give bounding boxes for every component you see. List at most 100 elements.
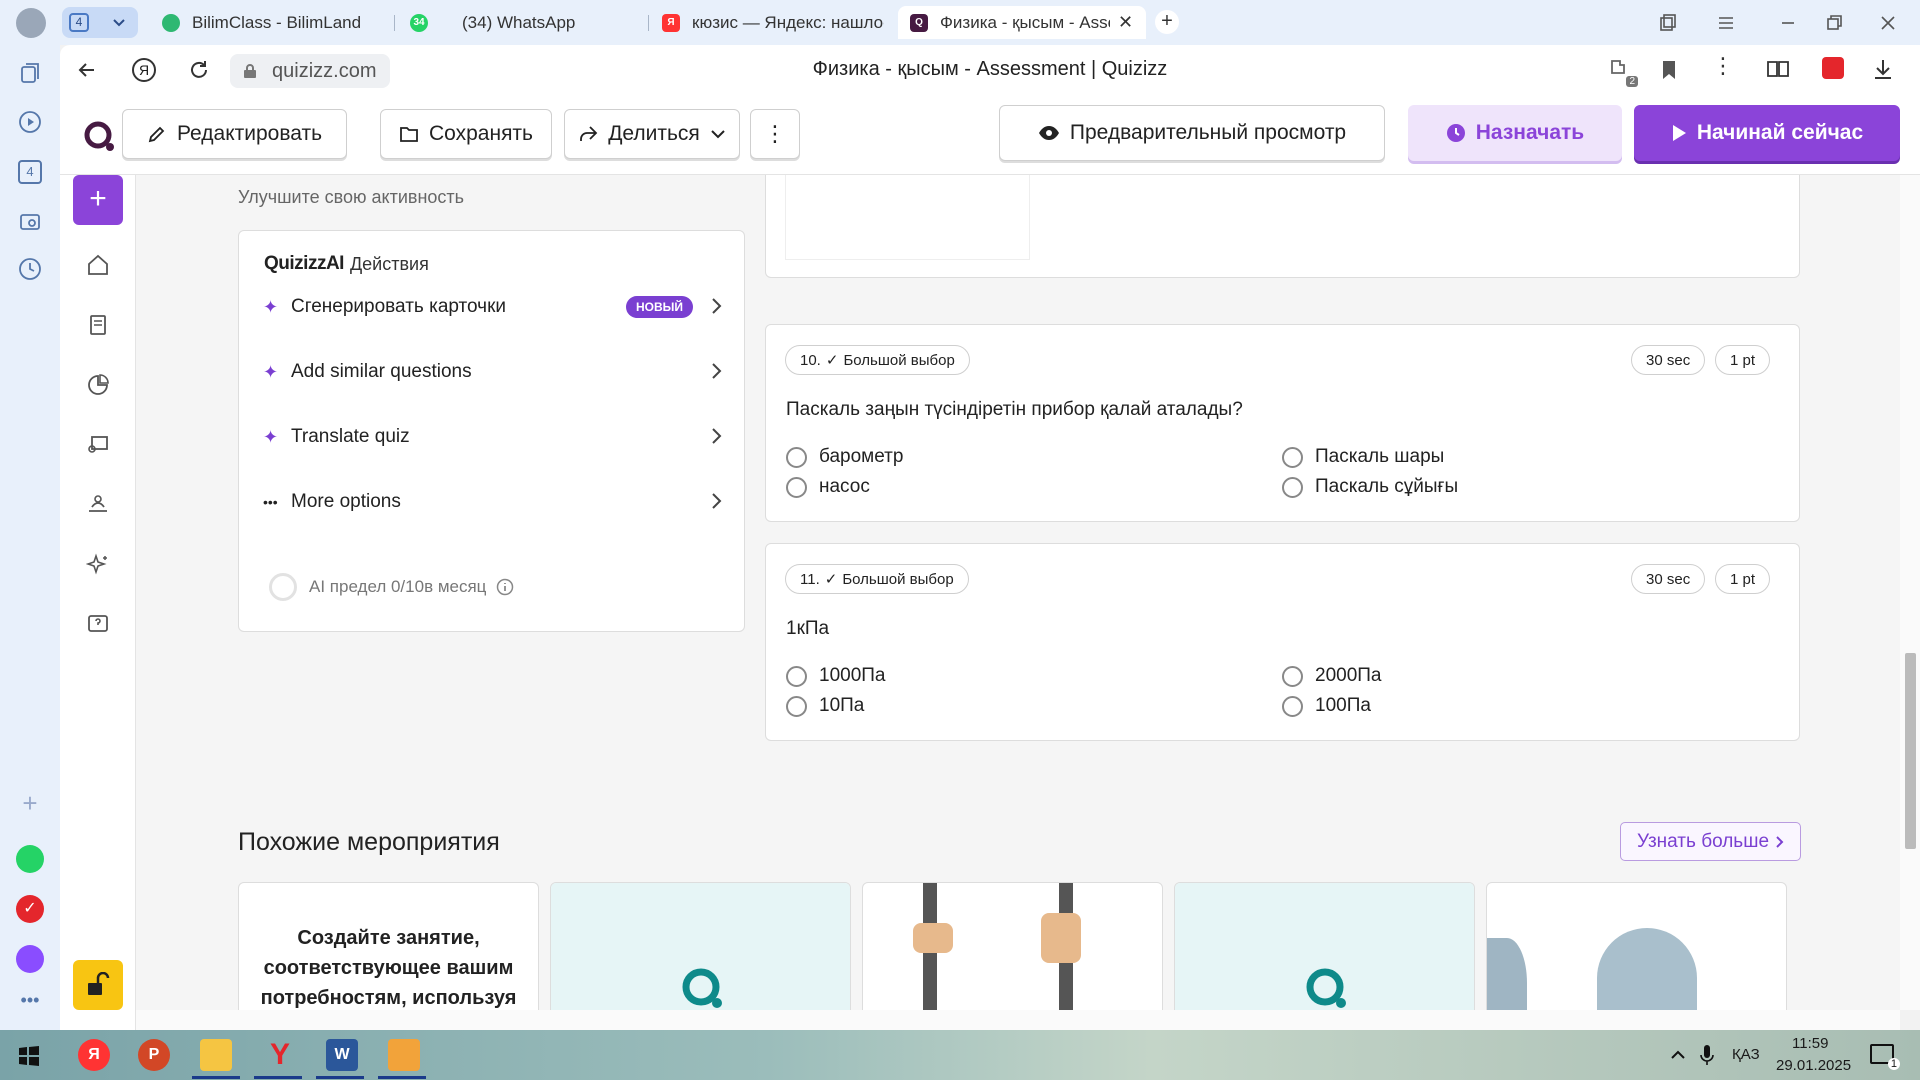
assign-label: Назначать bbox=[1475, 121, 1585, 144]
history-icon[interactable] bbox=[18, 257, 42, 281]
preview-label: Предварительный просмотр bbox=[1069, 121, 1347, 144]
library-icon[interactable] bbox=[86, 313, 110, 337]
tab-yandex[interactable]: Я кюзис — Яндекс: нашлось bbox=[662, 6, 884, 39]
edit-button[interactable]: Редактировать bbox=[122, 109, 347, 159]
help-icon[interactable] bbox=[86, 613, 110, 637]
activity-tile[interactable] bbox=[862, 882, 1163, 1010]
yandex-browser-icon[interactable]: Y bbox=[264, 1039, 296, 1071]
info-icon[interactable] bbox=[496, 578, 514, 596]
time-pill[interactable]: 30 sec bbox=[1631, 345, 1706, 375]
learn-more-button[interactable]: Узнать больше bbox=[1620, 822, 1801, 861]
points-pill[interactable]: 1 pt bbox=[1715, 564, 1771, 594]
clock-date[interactable]: 29.01.2025 bbox=[1776, 1057, 1851, 1074]
activity-tile[interactable] bbox=[1174, 882, 1475, 1010]
tab-title: кюзис — Яндекс: нашлось bbox=[692, 12, 884, 32]
sparkle-icon: ✦ bbox=[263, 426, 279, 447]
translate-quiz-item[interactable]: ✦ Translate quiz bbox=[263, 422, 723, 452]
alice-icon[interactable] bbox=[16, 945, 44, 973]
yandex-app-icon[interactable]: Я bbox=[78, 1039, 110, 1071]
active-app-underline bbox=[254, 1076, 302, 1079]
points-pill[interactable]: 1 pt bbox=[1715, 345, 1771, 375]
shield-extension-icon[interactable] bbox=[1822, 57, 1844, 79]
media-player-icon[interactable] bbox=[388, 1039, 420, 1071]
collections-icon[interactable] bbox=[1658, 13, 1678, 33]
unlock-button[interactable] bbox=[73, 960, 123, 1010]
preview-button[interactable]: Предварительный просмотр bbox=[999, 105, 1385, 161]
address-bar: Я quizizz.com Физика - қысым - Assessmen… bbox=[60, 45, 1920, 95]
home-icon[interactable] bbox=[86, 253, 110, 277]
close-window-icon[interactable] bbox=[1878, 13, 1898, 33]
whatsapp-icon[interactable] bbox=[16, 845, 44, 873]
chevron-up-icon[interactable] bbox=[1670, 1048, 1686, 1060]
close-icon[interactable]: ✕ bbox=[1118, 12, 1133, 33]
start-now-button[interactable]: Начинай сейчас bbox=[1634, 105, 1900, 161]
minimize-icon[interactable] bbox=[1778, 13, 1798, 33]
word-icon[interactable]: W bbox=[326, 1039, 358, 1071]
unlock-icon bbox=[88, 972, 110, 995]
activity-tile[interactable] bbox=[1486, 882, 1787, 1010]
ai-item-label: Translate quiz bbox=[291, 426, 410, 447]
restore-icon[interactable] bbox=[1824, 13, 1844, 33]
answer-option: барометр bbox=[786, 446, 903, 468]
language-indicator[interactable]: ҚАЗ bbox=[1732, 1046, 1760, 1063]
create-button[interactable]: + bbox=[73, 175, 123, 225]
file-explorer-icon[interactable] bbox=[200, 1039, 232, 1071]
start-label: Начинай сейчас bbox=[1696, 121, 1864, 144]
create-activity-tile[interactable]: Создайте занятие, соответствующее вашим … bbox=[238, 882, 539, 1010]
save-button[interactable]: Сохранять bbox=[380, 109, 552, 159]
vertical-scrollbar[interactable] bbox=[1900, 175, 1920, 1010]
activity-tile[interactable] bbox=[550, 882, 851, 1010]
collections-icon[interactable] bbox=[18, 62, 42, 86]
tab-group[interactable]: 4 bbox=[62, 7, 138, 38]
generate-flashcards-item[interactable]: ✦ Сгенерировать карточки НОВЫЙ bbox=[263, 292, 723, 322]
bookmark-icon[interactable] bbox=[1660, 59, 1678, 81]
share-label: Делиться bbox=[608, 122, 700, 145]
share-button[interactable]: Делиться bbox=[564, 109, 740, 159]
more-options-item[interactable]: ••• More options bbox=[263, 487, 723, 517]
option-label: 1000Па bbox=[819, 665, 886, 686]
clock-time[interactable]: 11:59 bbox=[1792, 1035, 1828, 1052]
question-text: 1кПа bbox=[786, 618, 830, 639]
powerpoint-icon[interactable]: P bbox=[138, 1039, 170, 1071]
assign-button[interactable]: Назначать bbox=[1408, 105, 1622, 161]
horizontal-scrollbar[interactable] bbox=[136, 1010, 1900, 1030]
quizizz-logo-icon[interactable] bbox=[82, 119, 116, 153]
screenshot-icon[interactable] bbox=[18, 210, 42, 234]
tab-whatsapp[interactable]: 34 (34) WhatsApp bbox=[410, 6, 640, 39]
reports-icon[interactable] bbox=[86, 373, 110, 397]
reading-list-icon[interactable] bbox=[1766, 58, 1790, 80]
kettle-image bbox=[1597, 928, 1697, 1010]
tab-quizizz[interactable]: Q Физика - қысым - Asse ✕ bbox=[898, 6, 1146, 39]
download-icon[interactable] bbox=[1872, 58, 1894, 80]
menu-icon[interactable] bbox=[1716, 13, 1736, 33]
share-icon bbox=[580, 126, 598, 141]
more-menu-icon[interactable]: ⋮ bbox=[1712, 53, 1734, 79]
question-number: 10. bbox=[800, 351, 821, 369]
tab-title: BilimClass - BilimLand bbox=[192, 12, 362, 32]
profile-avatar[interactable] bbox=[16, 8, 46, 38]
extensions-icon[interactable]: 2 bbox=[1608, 57, 1638, 87]
more-icon[interactable]: ••• bbox=[18, 990, 42, 1014]
ai-sparkle-icon[interactable] bbox=[86, 553, 110, 577]
new-tab-button[interactable]: + bbox=[1155, 10, 1179, 34]
question-time: 30 sec bbox=[1646, 351, 1691, 369]
option-label: 100Па bbox=[1315, 695, 1371, 716]
add-panel-icon[interactable]: + bbox=[18, 790, 42, 816]
notifications-icon[interactable]: 1 bbox=[1870, 1044, 1900, 1070]
whatsapp-icon: 34 bbox=[410, 13, 428, 32]
play-icon[interactable] bbox=[18, 110, 42, 134]
windows-taskbar: Я P Y W ҚАЗ 11:59 29.01.2025 1 bbox=[0, 1030, 1920, 1080]
tab-title: Физика - қысым - Asse bbox=[940, 12, 1110, 32]
tab-count-icon[interactable]: 4 bbox=[18, 160, 42, 184]
windows-start-icon[interactable] bbox=[18, 1045, 40, 1067]
time-pill[interactable]: 30 sec bbox=[1631, 564, 1706, 594]
active-app-underline bbox=[192, 1076, 240, 1079]
classes-icon[interactable] bbox=[86, 433, 110, 457]
add-similar-questions-item[interactable]: ✦ Add similar questions bbox=[263, 357, 723, 387]
more-options-button[interactable]: ⋮ bbox=[750, 109, 800, 159]
scroll-thumb[interactable] bbox=[1905, 653, 1916, 849]
microphone-icon[interactable] bbox=[1700, 1043, 1714, 1067]
accommodations-icon[interactable] bbox=[86, 493, 110, 517]
tab-bilimclass[interactable]: BilimClass - BilimLand bbox=[162, 6, 382, 39]
todo-icon[interactable]: ✓ bbox=[16, 895, 44, 923]
